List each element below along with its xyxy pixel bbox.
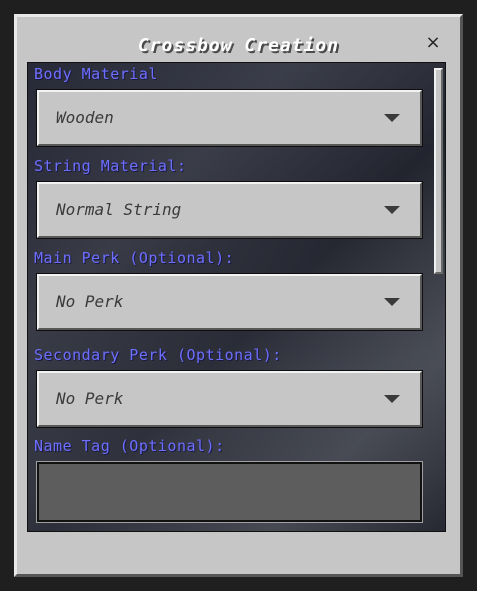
secondary-perk-value: No Perk xyxy=(56,389,124,408)
body-material-label: Body Material xyxy=(34,65,158,83)
chevron-down-icon xyxy=(384,114,400,122)
main-perk-dropdown[interactable]: No Perk xyxy=(36,273,423,331)
string-material-dropdown[interactable]: Normal String xyxy=(36,181,423,239)
body-material-dropdown[interactable]: Wooden xyxy=(36,89,423,147)
scrollbar[interactable] xyxy=(434,66,443,528)
dialog-title: Crossbow Creation xyxy=(137,35,340,56)
secondary-perk-label: Secondary Perk (Optional): xyxy=(34,346,282,364)
chevron-down-icon xyxy=(384,395,400,403)
string-material-label: String Material: xyxy=(34,157,187,175)
chevron-down-icon xyxy=(384,206,400,214)
screen-background: Crossbow Creation × Body Material Wooden… xyxy=(0,0,477,591)
form-scroll-area[interactable]: Body Material Wooden String Material: No… xyxy=(27,62,446,532)
main-perk-value: No Perk xyxy=(56,292,124,311)
name-tag-label: Name Tag (Optional): xyxy=(34,437,225,455)
chevron-down-icon xyxy=(384,298,400,306)
body-material-value: Wooden xyxy=(56,108,114,127)
close-icon[interactable]: × xyxy=(423,33,443,53)
name-tag-input[interactable] xyxy=(36,461,423,523)
crossbow-creation-dialog: Crossbow Creation × Body Material Wooden… xyxy=(14,14,463,577)
string-material-value: Normal String xyxy=(56,200,182,219)
scrollbar-thumb[interactable] xyxy=(434,68,443,274)
secondary-perk-dropdown[interactable]: No Perk xyxy=(36,370,423,428)
main-perk-label: Main Perk (Optional): xyxy=(34,249,235,267)
